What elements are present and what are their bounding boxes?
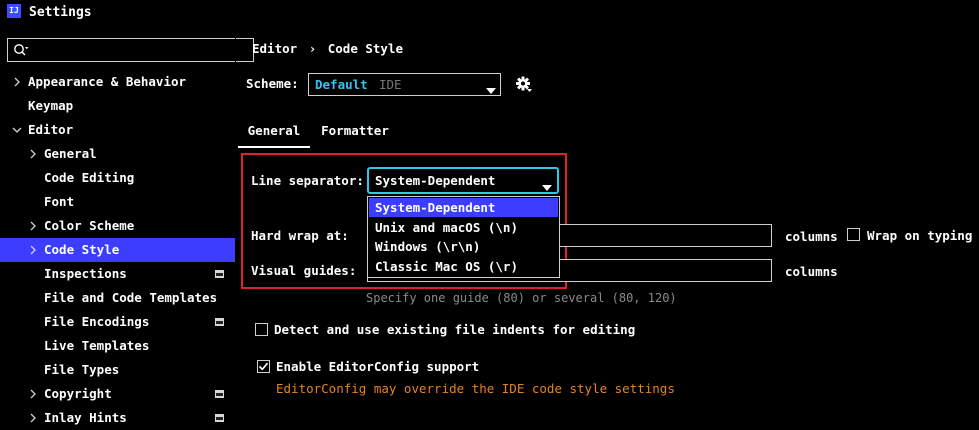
sidebar-divider [235,26,236,416]
sidebar-item-font[interactable]: Font [0,190,235,214]
detect-indents-checkbox[interactable] [255,323,268,336]
gear-icon[interactable] [516,76,533,96]
scheme-label: Scheme: [246,76,299,91]
checkmark-icon [258,362,269,371]
chevron-right-icon[interactable] [28,238,38,262]
sidebar-item-label: Copyright [44,386,112,401]
option-windows[interactable]: Windows (\r\n) [369,237,558,256]
chevron-down-icon [486,82,496,97]
search-icon [13,42,29,58]
sidebar-item-file-and-code-templates[interactable]: File and Code Templates [0,286,235,310]
sidebar-item-code-style[interactable]: Code Style [0,238,235,262]
breadcrumb-current: Code Style [327,41,404,56]
app-logo-icon: IJ [7,4,21,18]
sidebar-item-editor[interactable]: Editor [0,118,235,142]
sidebar-item-label: File Types [44,362,120,377]
breadcrumb-parent[interactable]: Editor [252,41,297,56]
option-system-dependent[interactable]: System-Dependent [369,198,558,217]
sidebar-item-label: Appearance & Behavior [28,74,187,89]
chevron-right-icon[interactable] [28,382,38,406]
chevron-down-icon[interactable] [12,118,22,142]
sidebar-item-keymap[interactable]: Keymap [0,94,235,118]
scheme-dropdown[interactable]: Default IDE [308,73,501,96]
chevron-right-icon[interactable] [12,70,22,94]
line-separator-value: System-Dependent [375,173,496,188]
scheme-value: Default [315,77,368,92]
visual-guides-label: Visual guides: [251,263,357,278]
sidebar-item-file-types[interactable]: File Types [0,358,235,382]
search-input[interactable] [7,38,254,62]
hard-wrap-columns-label: columns [785,229,838,244]
sidebar-item-inlay-hints[interactable]: Inlay Hints [0,406,235,430]
window-title: Settings [29,5,92,20]
chevron-right-icon[interactable] [28,406,38,430]
title-bar: IJ Settings [0,0,979,26]
visual-guides-hint: Specify one guide (80) or several (80, 1… [366,291,677,305]
sidebar-item-label: File and Code Templates [44,290,218,305]
sidebar-item-label: Code Style [44,242,120,257]
wrap-on-typing-label[interactable]: Wrap on typing [867,228,972,243]
sidebar-item-appearance-behavior[interactable]: Appearance & Behavior [0,70,235,94]
sidebar-item-label: Inspections [44,266,127,281]
tab-formatter[interactable]: Formatter [316,116,394,150]
sidebar-item-color-scheme[interactable]: Color Scheme [0,214,235,238]
chevron-down-icon [542,179,552,194]
detect-indents-label[interactable]: Detect and use existing file indents for… [274,322,635,337]
editorconfig-label[interactable]: Enable EditorConfig support [276,359,479,374]
active-tab-indicator [238,146,310,148]
line-separator-dropdown[interactable]: System-Dependent [367,167,559,194]
line-separator-options: System-Dependent Unix and macOS (\n) Win… [367,196,560,278]
option-unix-macos[interactable]: Unix and macOS (\n) [369,218,558,237]
project-scope-icon [215,390,224,398]
chevron-right-icon[interactable] [28,142,38,166]
tab-general[interactable]: General [238,116,310,150]
sidebar-item-label: Color Scheme [44,218,135,233]
sidebar-item-file-encodings[interactable]: File Encodings [0,310,235,334]
sidebar-item-copyright[interactable]: Copyright [0,382,235,406]
visual-guides-columns-label: columns [785,264,838,279]
sidebar-item-label: Live Templates [44,338,150,353]
sidebar-item-label: File Encodings [44,314,150,329]
project-scope-icon [215,318,224,326]
sidebar-item-label: Inlay Hints [44,410,127,425]
sidebar-item-label: Font [44,194,75,209]
wrap-on-typing-checkbox[interactable] [847,228,860,241]
sidebar-item-label: General [44,146,97,161]
chevron-right-icon[interactable] [28,214,38,238]
project-scope-icon [215,414,224,422]
sidebar-item-live-templates[interactable]: Live Templates [0,334,235,358]
editorconfig-checkbox[interactable] [257,360,270,373]
breadcrumb: Editor › Code Style [252,41,403,56]
sidebar-item-general[interactable]: General [0,142,235,166]
scheme-type: IDE [379,77,402,92]
sidebar-item-label: Editor [28,122,74,137]
sidebar-item-label: Code Editing [44,170,135,185]
sidebar-item-code-editing[interactable]: Code Editing [0,166,235,190]
sidebar-item-label: Keymap [28,98,74,113]
line-separator-label: Line separator: [251,173,364,188]
sidebar-item-inspections[interactable]: Inspections [0,262,235,286]
hard-wrap-label: Hard wrap at: [251,228,349,243]
breadcrumb-separator: › [308,41,317,56]
editorconfig-warning: EditorConfig may override the IDE code s… [276,381,675,396]
option-classic-mac[interactable]: Classic Mac OS (\r) [369,257,558,276]
project-scope-icon [215,270,224,278]
